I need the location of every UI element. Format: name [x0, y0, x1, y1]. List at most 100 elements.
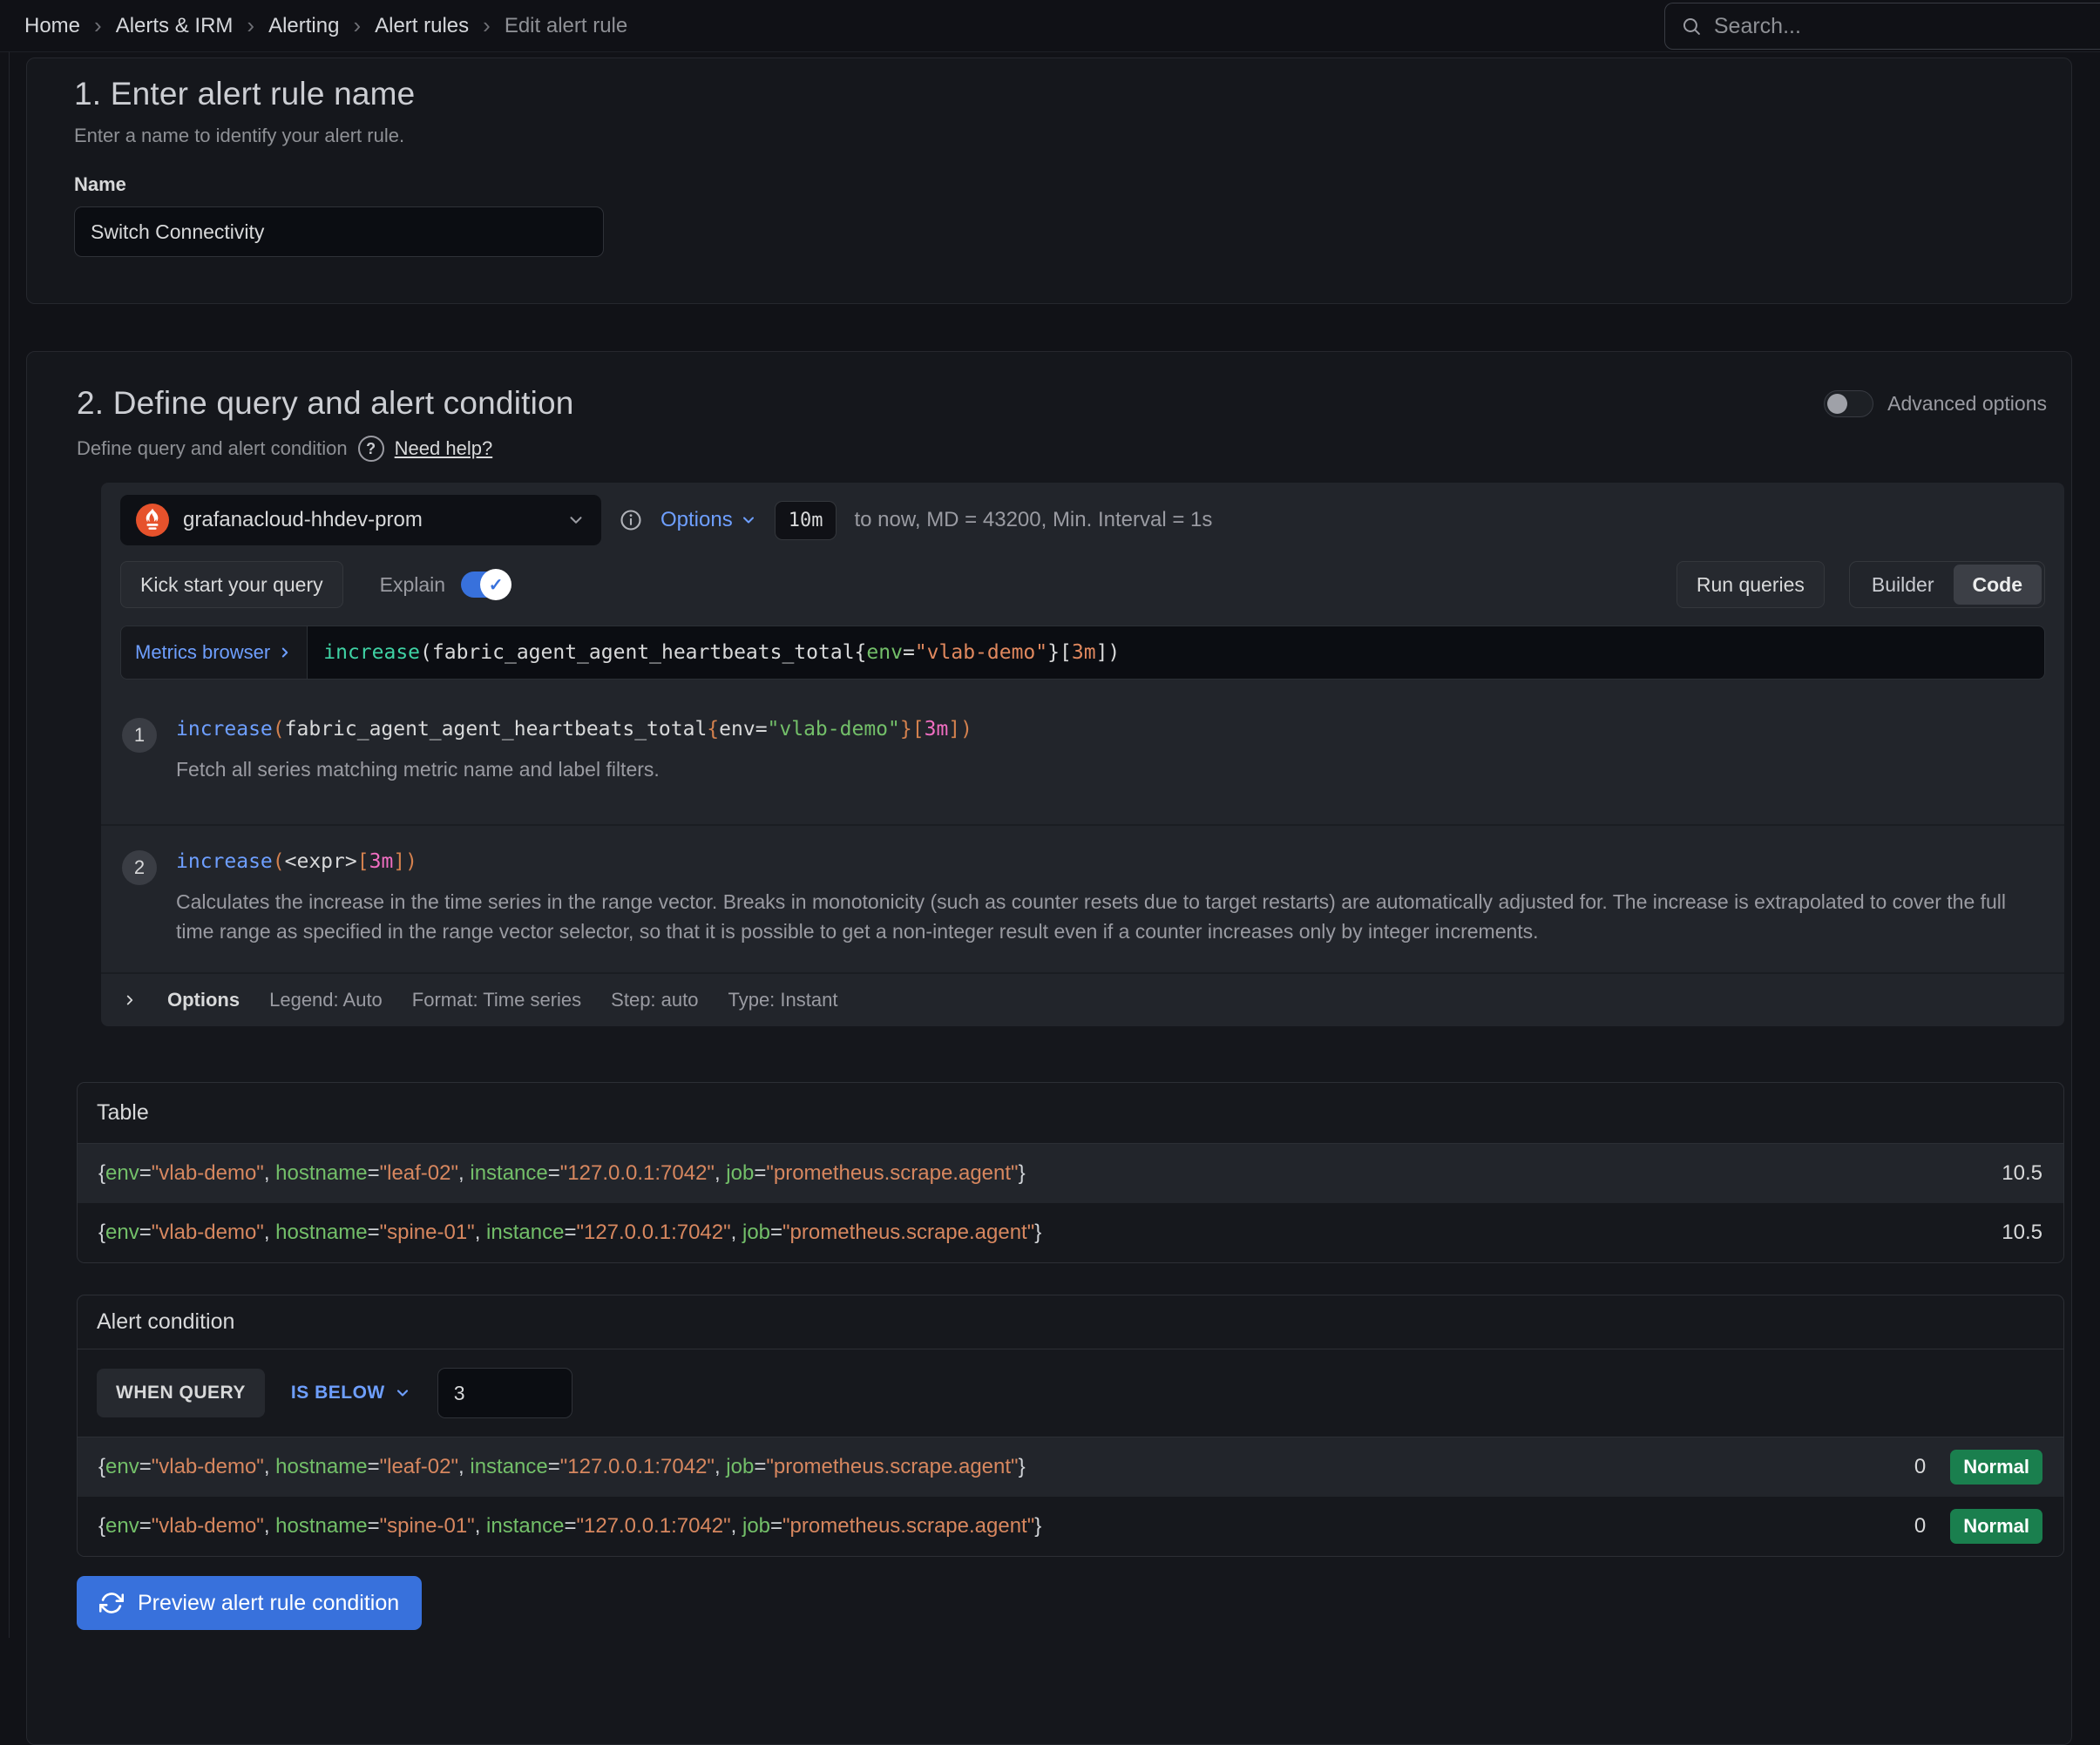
explain-description: Fetch all series matching metric name an…: [176, 754, 972, 784]
breadcrumb-alerts-irm[interactable]: Alerts & IRM: [116, 14, 234, 38]
time-range-chip: 10m: [775, 501, 837, 540]
alert-condition-rows: {env="vlab-demo", hostname="leaf-02", in…: [78, 1437, 2063, 1556]
series-row: {env="vlab-demo", hostname="leaf-02", in…: [78, 1144, 2063, 1203]
promql-token: ): [960, 718, 972, 741]
query-options-expander[interactable]: Options: [167, 989, 240, 1011]
series-value: 10.5: [2002, 1161, 2042, 1186]
explain-code-line: increase(fabric_agent_agent_heartbeats_t…: [176, 718, 972, 741]
table-rows: {env="vlab-demo", hostname="leaf-02", in…: [78, 1144, 2063, 1262]
series-labels: {env="vlab-demo", hostname="spine-01", i…: [98, 1221, 1041, 1245]
run-queries-button[interactable]: Run queries: [1677, 561, 1825, 608]
threshold-input[interactable]: [437, 1368, 572, 1418]
content-left-divider: [9, 52, 10, 1638]
series-value: 10.5: [2002, 1221, 2042, 1245]
promql-token: =: [903, 641, 915, 664]
promql-token: ]: [393, 850, 405, 873]
top-navbar: Home › Alerts & IRM › Alerting › Alert r…: [0, 0, 2100, 52]
breadcrumb-alerting[interactable]: Alerting: [268, 14, 339, 38]
promql-token: {: [855, 641, 867, 664]
promql-token: 3m: [369, 850, 394, 873]
advanced-options-label: Advanced options: [1887, 392, 2047, 416]
breadcrumb-separator-icon: ›: [94, 12, 102, 39]
advanced-options-toggle[interactable]: [1824, 390, 1873, 417]
series-value: 0: [1914, 1455, 1926, 1479]
promql-token: env=: [719, 718, 767, 741]
need-help-link[interactable]: Need help?: [395, 437, 493, 460]
table-panel-title: Table: [78, 1083, 2063, 1144]
series-value: 0: [1914, 1514, 1926, 1539]
series-row: {env="vlab-demo", hostname="leaf-02", in…: [78, 1437, 2063, 1497]
datasource-picker[interactable]: grafanacloud-hhdev-prom: [120, 495, 601, 545]
format-option: Format: Time series: [412, 989, 581, 1011]
state-badge: Normal: [1950, 1450, 2042, 1485]
series-labels: {env="vlab-demo", hostname="spine-01", i…: [98, 1514, 1041, 1539]
promql-token: increase: [176, 718, 273, 741]
promql-token: }: [1047, 641, 1060, 664]
breadcrumb-separator-icon: ›: [483, 12, 491, 39]
promql-token: <expr>: [285, 850, 357, 873]
promql-token: 3m: [1072, 641, 1096, 664]
search-input[interactable]: [1714, 14, 2084, 39]
promql-query-input[interactable]: increase(fabric_agent_agent_heartbeats_t…: [307, 626, 2045, 680]
step1-title: 1. Enter alert rule name: [74, 76, 2024, 112]
when-query-chip[interactable]: WHEN QUERY: [97, 1369, 265, 1417]
metrics-browser-label: Metrics browser: [135, 641, 270, 664]
promql-token: fabric_agent_agent_heartbeats_total: [285, 718, 708, 741]
results-table-panel: Table {env="vlab-demo", hostname="leaf-0…: [77, 1082, 2064, 1263]
explain-step-2: 2 increase(<expr>[3m]) Calculates the in…: [101, 824, 2064, 972]
chevron-right-icon: [122, 992, 138, 1008]
kick-start-query-button[interactable]: Kick start your query: [120, 561, 343, 608]
code-mode-option[interactable]: Code: [1954, 565, 2042, 605]
promql-token: [: [912, 718, 925, 741]
step1-panel: 1. Enter alert rule name Enter a name to…: [26, 57, 2072, 304]
promql-token: fabric_agent_agent_heartbeats_total: [432, 641, 855, 664]
preview-alert-rule-condition-button[interactable]: Preview alert rule condition: [77, 1576, 422, 1630]
promql-token: increase: [323, 641, 420, 664]
series-row: {env="vlab-demo", hostname="spine-01", i…: [78, 1203, 2063, 1262]
refresh-icon: [99, 1591, 124, 1615]
type-option: Type: Instant: [728, 989, 837, 1011]
step2-title: 2. Define query and alert condition: [77, 385, 574, 422]
step-number-badge: 2: [122, 850, 157, 885]
time-range-text: to now, MD = 43200, Min. Interval = 1s: [854, 508, 1212, 532]
explain-toggle[interactable]: ✓: [461, 572, 511, 598]
query-options-dropdown[interactable]: Options: [660, 508, 757, 532]
breadcrumb-alert-rules[interactable]: Alert rules: [375, 14, 469, 38]
explain-step-1: 1 increase(fabric_agent_agent_heartbeats…: [101, 693, 2064, 810]
alert-condition-panel: Alert condition WHEN QUERY IS BELOW {env…: [77, 1295, 2064, 1557]
state-badge: Normal: [1950, 1509, 2042, 1544]
help-icon: ?: [358, 436, 384, 462]
chevron-down-icon: [566, 511, 586, 530]
series-labels: {env="vlab-demo", hostname="leaf-02", in…: [98, 1455, 1026, 1479]
alert-condition-title: Alert condition: [78, 1295, 2063, 1349]
breadcrumb-edit-alert-rule: Edit alert rule: [505, 14, 627, 38]
search-icon: [1681, 15, 1702, 37]
promql-token: "vlab-demo": [915, 641, 1047, 664]
promql-token: env: [866, 641, 903, 664]
metrics-browser-button[interactable]: Metrics browser: [120, 626, 307, 680]
step2-subtitle: Define query and alert condition: [77, 437, 348, 460]
breadcrumb-separator-icon: ›: [353, 12, 361, 39]
promql-token: increase: [176, 850, 273, 873]
search-box[interactable]: [1664, 3, 2100, 50]
preview-button-label: Preview alert rule condition: [138, 1591, 399, 1616]
info-icon: [619, 508, 643, 532]
explain-label: Explain: [380, 573, 445, 597]
builder-mode-option[interactable]: Builder: [1853, 565, 1954, 605]
breadcrumb-home[interactable]: Home: [24, 14, 80, 38]
breadcrumb-separator-icon: ›: [247, 12, 254, 39]
step-option: Step: auto: [611, 989, 698, 1011]
query-options-label: Options: [660, 508, 733, 532]
promql-token: (: [273, 718, 285, 741]
condition-operator-select[interactable]: IS BELOW: [291, 1383, 411, 1403]
promql-token: "vlab-demo": [768, 718, 900, 741]
series-row: {env="vlab-demo", hostname="spine-01", i…: [78, 1497, 2063, 1556]
promql-token: ]: [948, 718, 960, 741]
step-number-badge: 1: [122, 718, 157, 753]
explain-description: Calculates the increase in the time seri…: [176, 887, 2041, 946]
alert-rule-name-input[interactable]: [74, 206, 604, 257]
chevron-right-icon: [277, 645, 293, 660]
explain-code-line: increase(<expr>[3m]): [176, 850, 2041, 873]
promql-token: (: [273, 850, 285, 873]
editor-mode-toggle: Builder Code: [1849, 561, 2045, 608]
